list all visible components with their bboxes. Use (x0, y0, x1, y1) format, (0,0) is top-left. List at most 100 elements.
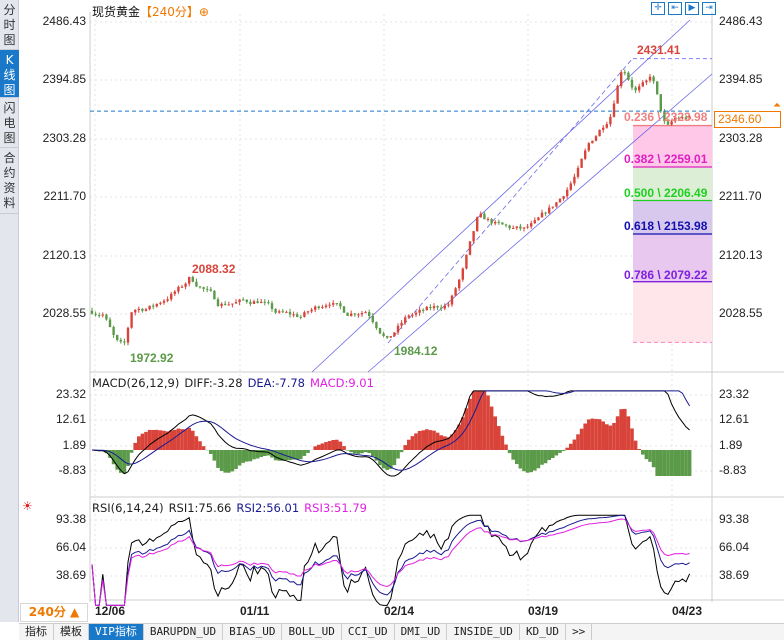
candle-body (238, 299, 241, 303)
candle-body (166, 299, 169, 301)
candle-body (508, 225, 511, 229)
macd-histogram-bar (417, 430, 422, 450)
macd-histogram-bar (299, 450, 303, 460)
indicator-tab[interactable]: KD_UD (520, 624, 567, 640)
candle-body (479, 213, 482, 218)
macd-histogram-bar (338, 441, 343, 450)
candle-body (465, 254, 468, 269)
period-selector[interactable]: 240分 ▲ (20, 603, 88, 622)
jump-end-icon[interactable]: ⇥ (702, 2, 716, 15)
fib-level-label: 0.618 \ 2153.98 (624, 219, 708, 233)
indicator-tab[interactable]: DMI_UD (395, 624, 448, 640)
swing-low-label: 1984.12 (394, 344, 438, 358)
add-icon[interactable]: ⊕ (199, 5, 209, 19)
macd-histogram-bar (554, 450, 559, 456)
candle-body (526, 226, 529, 228)
candle-body (501, 222, 504, 225)
macd-histogram-bar (137, 436, 141, 450)
indicator-tab[interactable]: BARUPDN_UD (144, 624, 224, 640)
price-axis-right-label: 2394.85 (719, 72, 763, 86)
high-label: 2431.41 (637, 43, 681, 57)
price-axis-left-label: 2211.70 (43, 189, 87, 203)
macd-histogram-bar (547, 450, 551, 461)
macd-histogram-bar (619, 409, 623, 450)
zoom-left-icon[interactable]: ⇤ (668, 2, 682, 15)
macd-histogram-bar (306, 450, 310, 453)
macd-histogram-bar (475, 390, 479, 450)
indicator-tab[interactable]: BOLL_UD (282, 624, 342, 640)
candle-body (234, 302, 238, 304)
candle-body (490, 219, 493, 224)
macd-axis-right-label: -8.83 (719, 463, 747, 477)
candle-body (209, 289, 212, 291)
macd-histogram-bar (529, 450, 533, 473)
macd-histogram-bar (655, 450, 659, 477)
candle-body (328, 304, 331, 306)
macd-histogram-bar (533, 450, 537, 471)
macd-histogram-bar (612, 423, 616, 450)
candle-body (342, 306, 346, 313)
candle-body (274, 308, 277, 313)
macd-histogram-bar (576, 434, 580, 450)
macd-axis-left-label: 23.32 (55, 387, 86, 401)
settings-sun-icon[interactable]: ☀ (22, 499, 33, 513)
candle-body (382, 333, 385, 337)
price-axis-left-label: 2303.28 (42, 131, 86, 145)
indicator-tab-bar: 指标 模板 VIP指标 BARUPDN_UD BIAS_UD BOLL_UD CCI_UD D… (19, 623, 784, 640)
indicator-tab[interactable]: CCI_UD (342, 624, 395, 640)
candle-body (584, 150, 587, 159)
chart-title: 现货黄金【240分】⊕ (92, 3, 209, 20)
candle-body (389, 336, 392, 338)
macd-histogram-bar (587, 419, 591, 450)
candle-body (245, 299, 248, 302)
macd-histogram-bar (471, 391, 476, 450)
candle-body (357, 314, 360, 316)
macd-histogram-bar (648, 450, 652, 462)
indicator-tab[interactable]: VIP指标 (89, 624, 144, 640)
candle-body (411, 314, 414, 316)
indicator-tab[interactable]: 模板 (54, 624, 89, 640)
date-axis-label: 12/06 (95, 604, 126, 618)
macd-histogram-bar (259, 450, 263, 458)
candle-body (562, 196, 565, 199)
candle-body (422, 309, 425, 311)
macd-histogram-bar (356, 450, 361, 454)
macd-histogram-bar (162, 430, 166, 450)
macd-histogram-bar (565, 447, 569, 450)
indicator-tab[interactable]: >> (566, 624, 593, 640)
candle-body (486, 219, 490, 221)
macd-histogram-bar (342, 446, 346, 450)
candle-body (310, 309, 313, 312)
candle-body (364, 312, 367, 314)
indicator-tab[interactable]: BIAS_UD (223, 624, 283, 640)
candle-body (641, 82, 644, 87)
candle-body (598, 129, 601, 137)
macd-histogram-bar (410, 436, 415, 450)
candle-body (386, 336, 389, 338)
candle-body (144, 309, 148, 311)
candle-body (162, 300, 166, 303)
indicator-tab[interactable]: 指标 (19, 624, 54, 640)
candle-body (605, 124, 608, 128)
candle-body (483, 213, 486, 220)
indicator-tab[interactable]: INSIDE_UD (447, 624, 520, 640)
candle-body (494, 221, 497, 224)
fib-level-label: 0.236 \ 2323.98 (624, 110, 708, 124)
candle-body (332, 303, 335, 305)
macd-histogram-bar (324, 442, 328, 450)
candle-body (213, 290, 216, 300)
candle-body (587, 143, 590, 151)
macd-histogram-bar (594, 418, 598, 450)
candle-body (573, 176, 576, 184)
candle-body (198, 286, 202, 288)
macd-histogram-bar (428, 430, 433, 450)
macd-histogram-bar (543, 450, 548, 464)
macd-histogram-bar (504, 444, 508, 450)
candle-body (566, 189, 569, 197)
candle-body (206, 288, 209, 290)
kline-chart[interactable]: ⏶ (0, 0, 784, 622)
crosshair-icon[interactable]: ✛ (651, 2, 665, 15)
play-icon[interactable]: ▶ (685, 2, 699, 15)
candle-body (418, 309, 421, 313)
candle-body (414, 312, 418, 315)
